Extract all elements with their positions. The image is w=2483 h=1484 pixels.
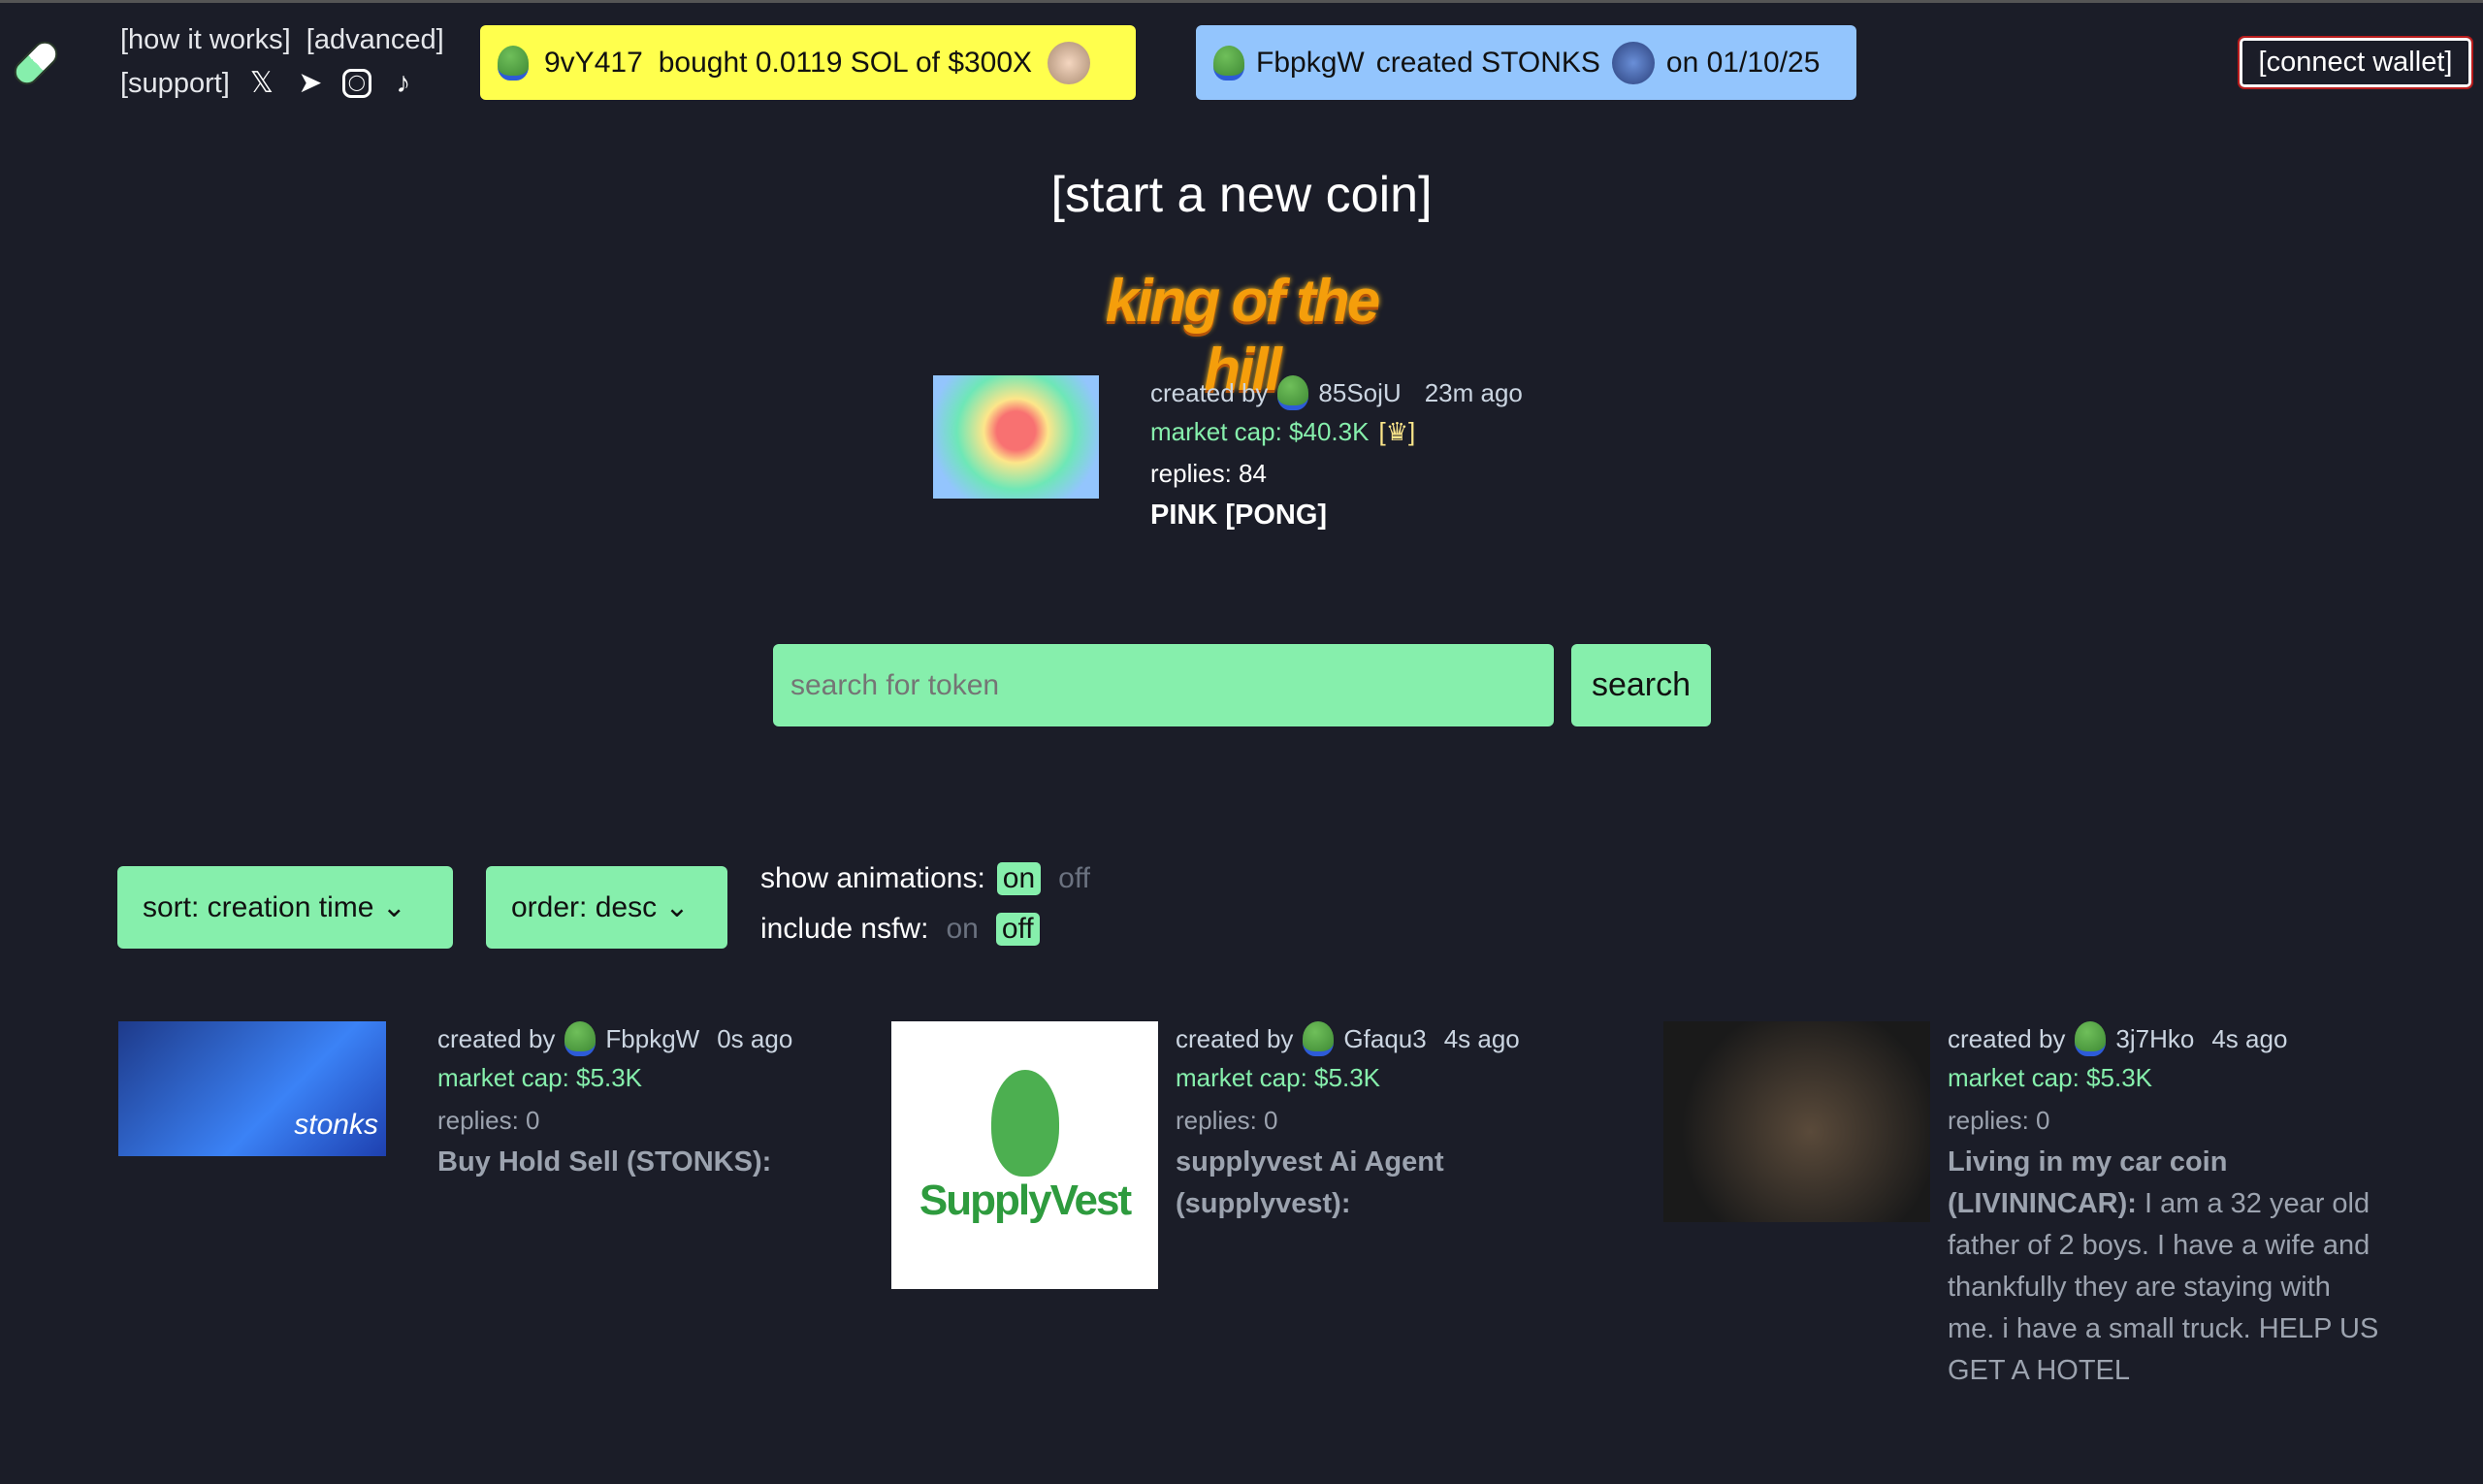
coin-image-livincar[interactable] — [1663, 1021, 1930, 1222]
creator-user[interactable]: Gfaqu3 — [1343, 1024, 1426, 1054]
nav-how-it-works[interactable]: [how it works] — [120, 24, 291, 55]
ticker-buy-user[interactable]: 9vY417 — [544, 47, 643, 80]
age: 0s ago — [717, 1023, 793, 1053]
creator-user[interactable]: FbpkgW — [605, 1024, 699, 1054]
x-icon[interactable]: 𝕏 — [245, 67, 278, 100]
crown-icon: [♛] — [1378, 416, 1416, 446]
ticker-create-user[interactable]: FbpkgW — [1256, 47, 1365, 80]
pepe-avatar-icon — [2075, 1021, 2107, 1056]
created-by-label: created by — [1150, 377, 1269, 407]
nsfw-off[interactable]: off — [995, 913, 1040, 946]
created-by-label: created by — [1948, 1023, 2066, 1053]
market-cap: market cap: $40.3K — [1150, 416, 1370, 446]
coin-image-stonks[interactable]: stonks — [118, 1021, 386, 1156]
ticker-create-date: on 01/10/25 — [1665, 46, 1821, 79]
animations-on[interactable]: on — [996, 862, 1042, 895]
ticker-create[interactable]: FbpkgW created STONKS on 01/10/25 — [1196, 25, 1856, 100]
show-animations-label: show animations: — [760, 862, 985, 894]
ticker-buy-text: bought 0.0119 SOL of $300X — [658, 46, 1033, 79]
animations-off[interactable]: off — [1052, 862, 1096, 895]
chevron-down-icon: ⌄ — [664, 891, 690, 923]
coin-image-supplyvest[interactable]: SupplyVest — [891, 1021, 1158, 1289]
pepe-avatar-icon — [498, 45, 529, 81]
telegram-icon[interactable]: ➤ — [294, 67, 327, 100]
nav-bottom: [support] 𝕏 ➤ ◯ ♪ — [120, 67, 420, 100]
replies: replies: 0 — [1948, 1105, 2050, 1135]
leaf-icon — [990, 1070, 1059, 1177]
include-nsfw-label: include nsfw: — [760, 913, 929, 945]
sort-dropdown[interactable]: sort: creation time ⌄ — [117, 866, 453, 949]
replies: replies: 0 — [437, 1105, 540, 1135]
coin-card[interactable]: created by 3j7Hko 4s ago market cap: $5.3K… — [1948, 1021, 2384, 1392]
age: 4s ago — [2211, 1023, 2288, 1053]
creator-user[interactable]: 85SojU — [1318, 378, 1401, 408]
koth-name: PINK [PONG] — [1150, 500, 1328, 531]
coin-avatar-icon — [1611, 41, 1655, 84]
age: 23m ago — [1424, 377, 1523, 407]
nav-advanced[interactable]: [advanced] — [306, 24, 444, 55]
koth-market-cap: market cap: $40.3K [♛] — [1150, 410, 1523, 453]
market-cap: market cap: $5.3K — [1176, 1062, 1380, 1092]
connect-wallet-button[interactable]: [connect wallet] — [2238, 36, 2473, 89]
show-animations-toggle: show animations: on off — [760, 862, 1096, 895]
nsfw-on[interactable]: on — [940, 913, 984, 946]
market-cap: market cap: $5.3K — [437, 1062, 642, 1092]
image-text: SupplyVest — [919, 1177, 1132, 1224]
age: 4s ago — [1443, 1023, 1520, 1053]
koth-replies: replies: 84 — [1150, 458, 1267, 488]
instagram-icon[interactable]: ◯ — [341, 69, 371, 98]
start-new-coin-link: [start a new coin] — [0, 166, 2483, 224]
ticker-buy[interactable]: 9vY417 bought 0.0119 SOL of $300X — [480, 25, 1136, 100]
chevron-down-icon: ⌄ — [381, 891, 406, 923]
pepe-avatar-icon — [564, 1021, 597, 1056]
market-cap: market cap: $5.3K — [1948, 1062, 2152, 1092]
logo-pill-icon[interactable] — [9, 36, 63, 90]
sort-label: sort: creation time — [143, 891, 374, 923]
coin-title: supplyvest Ai Agent (supplyvest): — [1176, 1146, 1444, 1219]
start-new-coin-text[interactable]: [start a new coin] — [1050, 167, 1432, 223]
pepe-avatar-icon — [1277, 375, 1309, 410]
creator-user[interactable]: 3j7Hko — [2115, 1024, 2194, 1054]
image-text: stonks — [294, 1109, 378, 1141]
tiktok-icon[interactable]: ♪ — [387, 67, 420, 100]
created-by-label: created by — [1176, 1023, 1294, 1053]
order-dropdown[interactable]: order: desc ⌄ — [486, 866, 727, 949]
replies: replies: 0 — [1176, 1105, 1278, 1135]
pepe-avatar-icon — [1303, 1021, 1335, 1056]
search-button[interactable]: search — [1571, 644, 1711, 726]
koth-info[interactable]: created by 85SojU 23m ago market cap: $40.… — [1150, 375, 1523, 532]
nav-top: [how it works] [advanced] — [120, 24, 444, 56]
koth-coin-image[interactable] — [933, 375, 1099, 499]
coin-title: Buy Hold Sell (STONKS): — [437, 1146, 772, 1178]
ticker-create-text: created STONKS — [1375, 46, 1600, 79]
pepe-avatar-icon — [1213, 45, 1244, 81]
coin-card[interactable]: created by FbpkgW 0s ago market cap: $5.3K… — [437, 1021, 845, 1183]
search-input[interactable] — [773, 644, 1554, 726]
coin-card[interactable]: created by Gfaqu3 4s ago market cap: $5.3K… — [1176, 1021, 1520, 1225]
coin-description: Living in my car coin (LIVININCAR): I am… — [1948, 1142, 2384, 1392]
coin-avatar-icon — [1048, 41, 1091, 84]
created-by-label: created by — [437, 1023, 556, 1053]
include-nsfw-toggle: include nsfw: on off — [760, 913, 1040, 946]
koth-creator: created by 85SojU 23m ago — [1150, 375, 1523, 410]
order-label: order: desc — [511, 891, 658, 923]
nav-support[interactable]: [support] — [120, 68, 230, 100]
